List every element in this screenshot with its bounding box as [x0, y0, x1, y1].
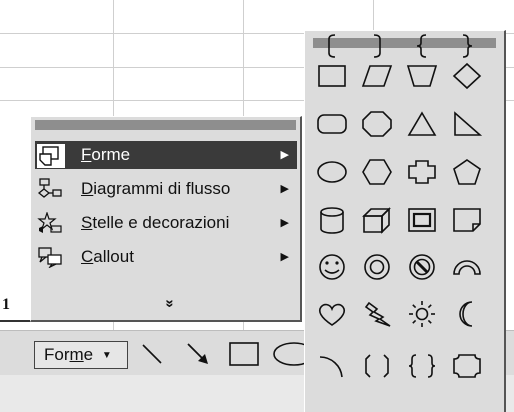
isosceles-triangle-shape-icon[interactable]: [405, 109, 439, 139]
menu-item-label: Diagrammi di flusso: [81, 175, 230, 203]
right-brace-shape-icon[interactable]: [450, 31, 484, 61]
submenu-arrow-icon: ▶: [280, 183, 289, 195]
menu-item-label: Forme: [81, 141, 130, 169]
can-shape-icon[interactable]: [315, 205, 349, 235]
mnemonic-letter: F: [81, 145, 92, 164]
rectangle-shape-icon[interactable]: [315, 61, 349, 91]
label-text: allout: [93, 247, 134, 266]
dropdown-arrow-icon: ▼: [101, 350, 112, 361]
folded-corner-shape-icon[interactable]: [450, 205, 484, 235]
expand-glyph: »: [161, 299, 179, 308]
sun-shape-icon[interactable]: [405, 299, 439, 329]
heart-shape-icon[interactable]: [315, 299, 349, 329]
autoshapes-button[interactable]: Forme ▼: [34, 341, 128, 369]
autoshapes-label-pre: For: [44, 345, 70, 364]
smiley-face-shape-icon[interactable]: [315, 252, 349, 282]
pentagon-shape-icon[interactable]: [450, 157, 484, 187]
right-triangle-shape-icon[interactable]: [450, 109, 484, 139]
row-separator: [0, 320, 30, 322]
donut-shape-icon[interactable]: [360, 252, 394, 282]
trapezoid-shape-icon[interactable]: [405, 61, 439, 91]
callout-icon: [38, 247, 62, 268]
block-arc-shape-icon[interactable]: [450, 252, 484, 282]
line-icon[interactable]: [138, 340, 166, 368]
cross-shape-icon[interactable]: [405, 157, 439, 187]
autoshapes-label-post: e: [83, 345, 94, 364]
submenu-arrow-icon: ▶: [280, 217, 289, 229]
menu-item-forme[interactable]: Forme ▶: [35, 141, 297, 169]
rectangle-icon[interactable]: [228, 340, 262, 368]
autoshapes-menu: Forme ▶ Diagrammi di flusso ▶ Stelle e d…: [30, 116, 302, 322]
mnemonic-letter: D: [81, 179, 94, 198]
submenu-arrow-icon: ▶: [280, 149, 289, 161]
arrow-icon[interactable]: [184, 340, 212, 368]
autoshapes-label-mnemonic: m: [69, 345, 84, 364]
oval-shape-icon[interactable]: [315, 157, 349, 187]
double-bracket-shape-icon[interactable]: [360, 351, 394, 381]
mnemonic-letter: S: [81, 213, 93, 232]
stars-banners-icon: [37, 212, 62, 233]
menu-item-label: Callout: [81, 243, 134, 271]
menu-item-callout[interactable]: Callout ▶: [35, 243, 297, 271]
left-bracket-shape-icon[interactable]: [315, 31, 349, 61]
shapes-palette: [304, 30, 506, 412]
plaque-shape-icon[interactable]: [450, 351, 484, 381]
diamond-shape-icon[interactable]: [450, 61, 484, 91]
label-text: orme: [91, 145, 131, 164]
no-symbol-shape-icon[interactable]: [405, 252, 439, 282]
parallelogram-shape-icon[interactable]: [360, 61, 394, 91]
hexagon-shape-icon[interactable]: [360, 157, 394, 187]
menu-item-diagrammi[interactable]: Diagrammi di flusso ▶: [35, 175, 297, 203]
label-text: telle e decorazioni: [92, 213, 230, 232]
lightning-bolt-shape-icon[interactable]: [360, 299, 394, 329]
mnemonic-letter: C: [81, 247, 94, 266]
right-bracket-shape-icon[interactable]: [360, 31, 394, 61]
arc-shape-icon[interactable]: [315, 351, 349, 381]
autoshape-icon: [37, 144, 65, 168]
octagon-shape-icon[interactable]: [360, 109, 394, 139]
moon-shape-icon[interactable]: [450, 299, 484, 329]
cube-shape-icon[interactable]: [360, 205, 394, 235]
rounded-rectangle-shape-icon[interactable]: [315, 109, 349, 139]
label-text: iagrammi di flusso: [93, 179, 231, 198]
flowchart-icon: [37, 178, 62, 198]
menu-item-stelle[interactable]: Stelle e decorazioni ▶: [35, 209, 297, 237]
left-brace-shape-icon[interactable]: [405, 31, 439, 61]
double-brace-shape-icon[interactable]: [405, 351, 439, 381]
menu-item-label: Stelle e decorazioni: [81, 209, 229, 237]
expand-menu-chevron-icon[interactable]: »: [162, 295, 179, 312]
submenu-arrow-icon: ▶: [280, 251, 289, 263]
menu-drag-handle[interactable]: [35, 120, 296, 130]
row-number: 1: [2, 296, 10, 313]
bevel-shape-icon[interactable]: [405, 205, 439, 235]
